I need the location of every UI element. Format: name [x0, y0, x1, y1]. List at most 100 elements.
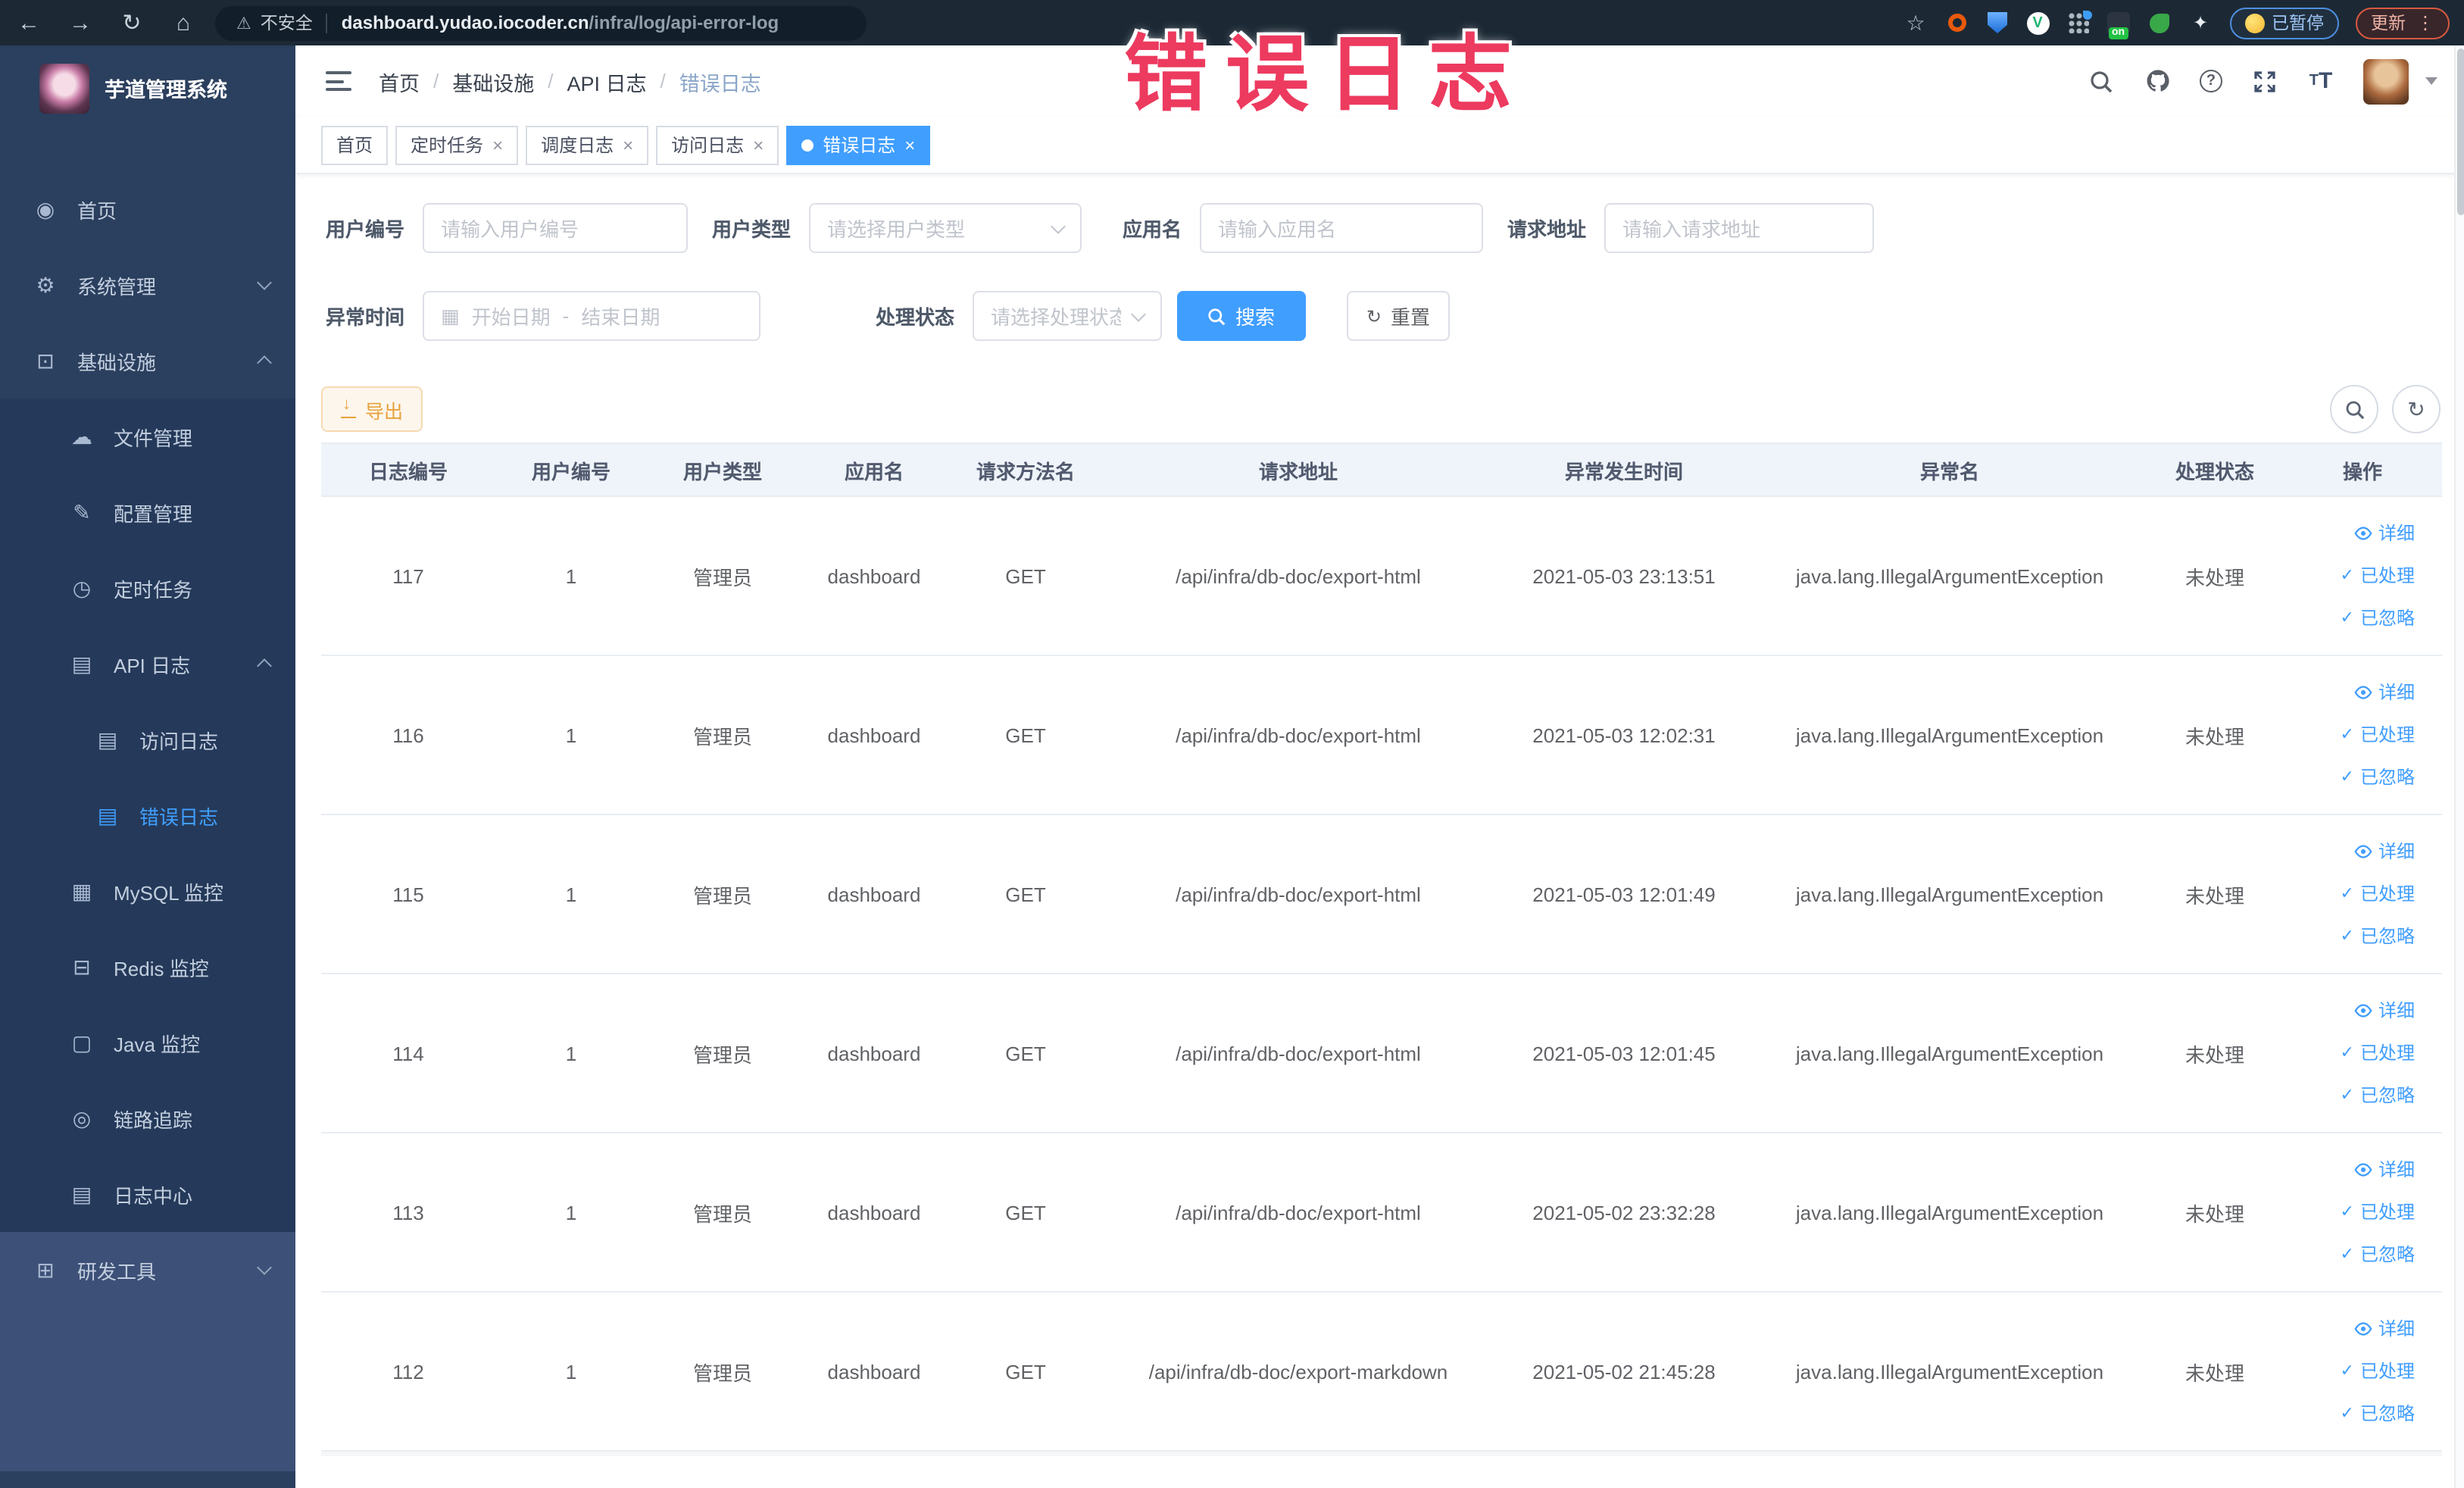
infra-submenu: ☁ 文件管理 ✎ 配置管理 ◷ 定时任务 ▤ API 日志 ▤ 访问日志 ▤ 错… [0, 399, 295, 1232]
exception-time-range-picker[interactable]: ▦ 开始日期 - 结束日期 [423, 291, 760, 341]
user-avatar[interactable] [2363, 58, 2409, 104]
extension-grid-icon[interactable] [2066, 11, 2091, 35]
logo-row[interactable]: 芋道管理系统 [0, 45, 295, 130]
eye-icon [2354, 845, 2372, 858]
mark-ignored-link[interactable]: ✓ 已忽略 [2283, 597, 2436, 639]
sidebar-item-error-log[interactable]: ▤ 错误日志 [0, 777, 295, 853]
search-button[interactable]: 搜索 [1177, 291, 1306, 341]
bookmark-star-icon[interactable]: ☆ [1903, 10, 1928, 35]
tag-error-log[interactable]: 错误日志 × [786, 125, 931, 164]
tag-schedule-log[interactable]: 调度日志 × [526, 125, 649, 164]
extension-shield-icon[interactable] [1985, 11, 2010, 35]
sidebar-item-access-log[interactable]: ▤ 访问日志 [0, 702, 295, 777]
error-log-table: 日志编号 用户编号 用户类型 应用名 请求方法名 请求地址 异常发生时间 异常名… [321, 442, 2442, 1452]
fullscreen-icon[interactable] [2251, 67, 2278, 95]
export-button[interactable]: 导出 [321, 386, 423, 432]
sidebar-item-system[interactable]: ⚙ 系统管理 [0, 247, 295, 323]
check-icon: ✓ [2340, 726, 2354, 744]
process-status-select[interactable]: 请选择处理状态 [973, 291, 1162, 341]
breadcrumb-api-log[interactable]: API 日志 [567, 66, 647, 96]
eye-icon: ◎ [72, 1105, 92, 1130]
mark-ignored-link[interactable]: ✓ 已忽略 [2283, 1393, 2436, 1435]
font-size-icon[interactable]: TT [2307, 67, 2334, 95]
mark-processed-link[interactable]: ✓ 已处理 [2283, 1350, 2436, 1393]
extensions-puzzle-icon[interactable]: ✦ [2188, 11, 2213, 35]
breadcrumb-infra[interactable]: 基础设施 [452, 66, 534, 96]
col-log-id: 日志编号 [321, 442, 495, 496]
paused-label: 已暂停 [2272, 15, 2324, 33]
detail-link[interactable]: 详细 [2283, 1308, 2436, 1350]
paused-chip[interactable]: 已暂停 [2229, 7, 2339, 39]
chart-icon: ▦ [71, 878, 92, 902]
breadcrumb-home[interactable]: 首页 [379, 66, 420, 96]
mark-ignored-link[interactable]: ✓ 已忽略 [2283, 1233, 2436, 1276]
sidebar-item-config-manage[interactable]: ✎ 配置管理 [0, 474, 295, 550]
chevron-down-icon [257, 1260, 272, 1275]
user-caret-down-icon[interactable] [2425, 77, 2437, 85]
mark-ignored-link[interactable]: ✓ 已忽略 [2283, 1074, 2436, 1117]
sidebar-item-redis-monitor[interactable]: ⊟ Redis 监控 [0, 929, 295, 1005]
close-icon[interactable]: × [623, 136, 633, 154]
toggle-search-button[interactable] [2330, 385, 2378, 433]
sidebar-item-file-manage[interactable]: ☁ 文件管理 [0, 399, 295, 474]
col-user-id: 用户编号 [495, 442, 647, 496]
page-scrollbar[interactable] [2454, 45, 2464, 1488]
close-icon[interactable]: × [492, 136, 503, 154]
sidebar-collapse-icon[interactable] [326, 71, 351, 91]
breadcrumb-separator: / [660, 70, 666, 92]
chevron-up-icon [257, 355, 272, 370]
mark-processed-link[interactable]: ✓ 已处理 [2283, 555, 2436, 597]
mark-ignored-link[interactable]: ✓ 已忽略 [2283, 915, 2436, 958]
sidebar-item-home[interactable]: ◉ 首页 [0, 171, 295, 247]
help-icon[interactable]: ? [2200, 70, 2222, 92]
mark-ignored-link[interactable]: ✓ 已忽略 [2283, 756, 2436, 799]
user-type-select[interactable]: 请选择用户类型 [809, 203, 1082, 253]
detail-link[interactable]: 详细 [2283, 1149, 2436, 1191]
update-chip[interactable]: 更新 ⋮ [2356, 7, 2450, 39]
extension-orange-icon[interactable] [1944, 11, 1969, 35]
sidebar-item-log-center[interactable]: ▤ 日志中心 [0, 1156, 295, 1232]
document-icon: ▤ [97, 727, 118, 751]
tag-scheduled-jobs[interactable]: 定时任务 × [395, 125, 519, 164]
user-id-input[interactable]: 请输入用户编号 [423, 203, 688, 253]
address-bar[interactable]: ⚠ 不安全 dashboard.yudao.iocoder.cn/infra/l… [215, 5, 867, 40]
reload-icon[interactable]: ↻ [118, 9, 145, 36]
mark-processed-link[interactable]: ✓ 已处理 [2283, 1032, 2436, 1074]
col-process-status: 处理状态 [2147, 442, 2283, 496]
forward-icon[interactable]: → [67, 10, 94, 36]
reset-button[interactable]: ↻ 重置 [1347, 291, 1450, 341]
close-icon[interactable]: × [904, 136, 915, 154]
detail-link[interactable]: 详细 [2283, 830, 2436, 873]
home-icon[interactable]: ⌂ [170, 10, 197, 36]
extension-vue-icon[interactable]: V [2026, 11, 2049, 34]
search-icon[interactable] [2088, 67, 2115, 95]
extension-on-badge-icon[interactable] [2106, 11, 2131, 39]
sidebar-item-infra[interactable]: ⊡ 基础设施 [0, 323, 295, 399]
mark-processed-link[interactable]: ✓ 已处理 [2283, 714, 2436, 756]
scrollbar-thumb[interactable] [2457, 48, 2464, 215]
sidebar-item-tracing[interactable]: ◎ 链路追踪 [0, 1080, 295, 1156]
back-icon[interactable]: ← [15, 10, 42, 36]
sidebar-item-mysql-monitor[interactable]: ▦ MySQL 监控 [0, 853, 295, 929]
sidebar-item-scheduled-jobs[interactable]: ◷ 定时任务 [0, 550, 295, 626]
browser-menu-icon[interactable]: ⋮ [2416, 12, 2434, 33]
sidebar-item-java-monitor[interactable]: ▢ Java 监控 [0, 1005, 295, 1080]
tag-home[interactable]: 首页 [321, 125, 389, 164]
col-user-type: 用户类型 [647, 442, 798, 496]
detail-link[interactable]: 详细 [2283, 989, 2436, 1032]
request-url-input[interactable]: 请输入请求地址 [1604, 203, 1874, 253]
detail-link[interactable]: 详细 [2283, 512, 2436, 555]
app-name-input[interactable]: 请输入应用名 [1200, 203, 1483, 253]
sidebar-item-dev-tools[interactable]: ⊞ 研发工具 [0, 1232, 295, 1308]
detail-link[interactable]: 详细 [2283, 671, 2436, 714]
github-icon[interactable] [2144, 67, 2171, 95]
close-icon[interactable]: × [753, 136, 764, 154]
sidebar-item-api-log[interactable]: ▤ API 日志 [0, 626, 295, 702]
extension-leaf-icon[interactable] [2147, 11, 2172, 35]
toolbox-icon: ⊞ [36, 1257, 55, 1281]
tag-access-log[interactable]: 访问日志 × [656, 125, 779, 164]
chevron-down-icon [1131, 306, 1146, 321]
mark-processed-link[interactable]: ✓ 已处理 [2283, 873, 2436, 915]
mark-processed-link[interactable]: ✓ 已处理 [2283, 1191, 2436, 1233]
refresh-button[interactable]: ↻ [2392, 385, 2441, 433]
